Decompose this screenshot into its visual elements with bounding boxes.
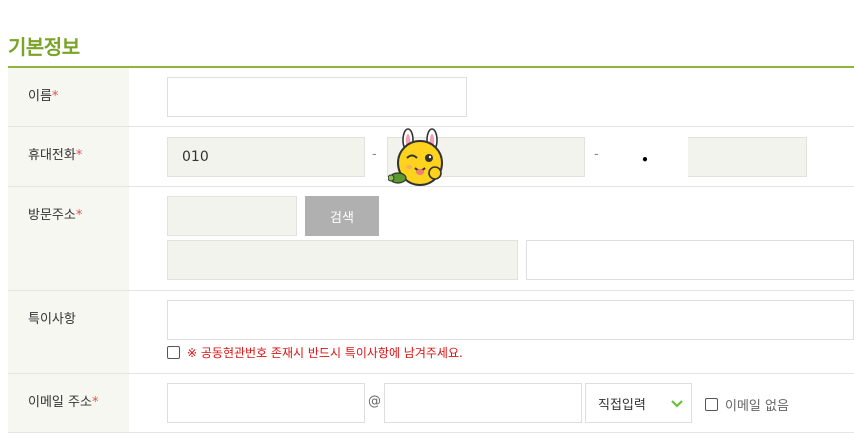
label-cell [8, 291, 129, 373]
required-mark: * [75, 148, 83, 163]
notes-label: 특이사항 [28, 308, 76, 327]
email-domain-select[interactable]: 직접입력 [585, 383, 692, 423]
no-email-label: 이메일 없음 [725, 399, 789, 414]
address2-field[interactable] [526, 240, 854, 280]
phone-separator: - [594, 147, 599, 162]
zipcode-input[interactable] [168, 197, 296, 235]
notes-confirm-checkbox[interactable] [167, 346, 180, 359]
notes-notice: ※ 공동현관번호 존재시 반드시 특이사항에 남겨주세요. [167, 344, 463, 361]
required-mark: * [91, 395, 99, 410]
phone-label-text: 휴대전화 [28, 148, 76, 163]
zipcode-field[interactable] [167, 196, 297, 236]
notes-field[interactable] [167, 300, 854, 340]
phone-part1-input[interactable] [168, 138, 364, 176]
masked-input-popup: • [602, 135, 688, 185]
name-row: 이름* [8, 68, 854, 127]
rabbit-mascot-icon [388, 128, 443, 186]
required-mark: * [75, 208, 83, 223]
address1-field[interactable] [167, 240, 518, 280]
email-local-input[interactable] [168, 384, 364, 422]
phone-separator: - [372, 147, 377, 162]
label-cell [8, 187, 129, 290]
phone-part1-field[interactable] [167, 137, 365, 177]
email-label: 이메일 주소* [28, 391, 98, 410]
email-local-field[interactable] [167, 383, 365, 423]
address2-input[interactable] [527, 241, 853, 279]
email-domain-field[interactable] [384, 383, 582, 423]
label-cell [8, 68, 129, 126]
no-email-option[interactable]: 이메일 없음 [705, 395, 789, 414]
name-label: 이름* [28, 85, 58, 104]
notes-row: 특이사항 ※ 공동현관번호 존재시 반드시 특이사항에 남겨주세요. [8, 291, 854, 374]
notes-input[interactable] [168, 301, 853, 339]
name-field[interactable] [167, 77, 467, 117]
notes-notice-text: ※ 공동현관번호 존재시 반드시 특이사항에 남겨주세요. [187, 346, 463, 360]
email-label-text: 이메일 주소 [28, 395, 92, 410]
required-mark: * [51, 89, 59, 104]
email-domain-select-value: 직접입력 [598, 397, 646, 413]
name-input[interactable] [168, 78, 466, 116]
address-label: 방문주소* [28, 204, 82, 223]
email-row: 이메일 주소* @ 직접입력 이메일 없음 [8, 374, 854, 433]
email-at-sign: @ [368, 394, 381, 409]
notes-label-text: 특이사항 [28, 312, 76, 327]
section-title: 기본정보 [8, 35, 80, 59]
address-search-button[interactable]: 검색 [305, 196, 379, 236]
address-label-text: 방문주소 [28, 208, 76, 223]
email-domain-input[interactable] [385, 384, 581, 422]
phone-label: 휴대전화* [28, 144, 82, 163]
no-email-checkbox[interactable] [705, 398, 718, 411]
address-row: 방문주소* 검색 [8, 187, 854, 291]
masked-character: • [641, 153, 649, 167]
chevron-down-icon [671, 400, 683, 408]
name-label-text: 이름 [28, 89, 52, 104]
address1-input[interactable] [168, 241, 517, 279]
